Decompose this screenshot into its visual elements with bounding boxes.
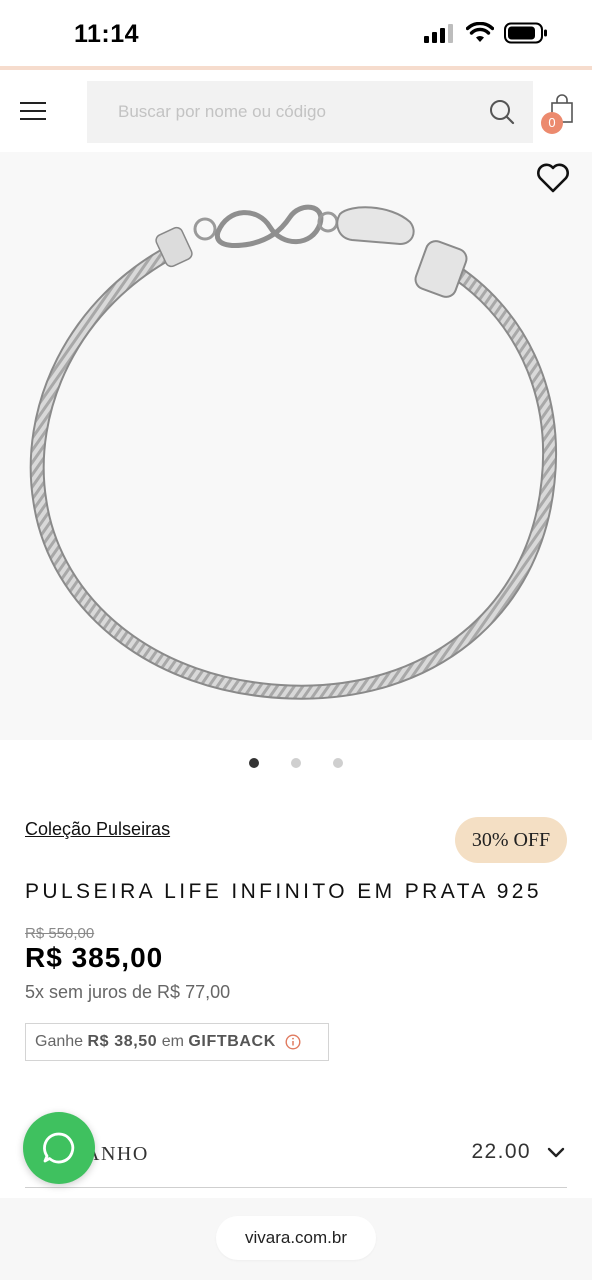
size-value: 22.00 <box>471 1140 531 1163</box>
search-bar <box>87 81 533 143</box>
status-icons <box>424 22 548 44</box>
giftback-box: Ganhe R$ 38,50 em GIFTBACK <box>25 1023 329 1061</box>
size-selector[interactable]: ANHO 22.00 <box>25 1120 567 1188</box>
whatsapp-icon <box>43 1132 75 1164</box>
gallery-dot-3[interactable] <box>333 758 343 768</box>
search-input[interactable] <box>87 81 477 143</box>
gallery-pagination <box>0 758 592 770</box>
cart-count-badge: 0 <box>541 112 563 134</box>
hamburger-menu-icon[interactable] <box>20 102 46 120</box>
chevron-down-icon[interactable] <box>547 1147 565 1159</box>
browser-bottom-bar: vivara.com.br <box>0 1198 592 1280</box>
giftback-middle: em <box>161 1033 184 1050</box>
installments-text: 5x sem juros de R$ 77,00 <box>25 982 231 1002</box>
current-price: R$ 385,00 <box>25 942 164 973</box>
cart-button[interactable]: 0 <box>541 94 576 134</box>
product-image[interactable] <box>0 152 592 740</box>
cellular-signal-icon <box>424 24 453 43</box>
wifi-icon <box>466 22 494 42</box>
search-icon[interactable] <box>489 99 515 125</box>
info-icon[interactable] <box>285 1034 301 1050</box>
giftback-amount: R$ 38,50 <box>87 1033 158 1050</box>
status-time: 11:14 <box>74 20 140 48</box>
gallery-dot-2[interactable] <box>291 758 301 768</box>
giftback-label: GIFTBACK <box>188 1033 276 1050</box>
status-bar: 11:14 <box>0 0 592 66</box>
product-title: PULSEIRA LIFE INFINITO EM PRATA 925 <box>25 880 542 903</box>
old-price: R$ 550,00 <box>25 925 95 942</box>
url-bar[interactable]: vivara.com.br <box>216 1216 376 1260</box>
heart-icon[interactable] <box>536 162 570 194</box>
discount-badge: 30% OFF <box>455 817 567 863</box>
gallery-dot-1[interactable] <box>249 758 259 768</box>
site-header: 0 <box>0 70 592 152</box>
giftback-prefix: Ganhe <box>35 1033 84 1050</box>
whatsapp-button[interactable] <box>23 1112 95 1184</box>
bracelet-image <box>29 204 558 700</box>
battery-icon <box>504 22 547 44</box>
collection-link[interactable]: Coleção Pulseiras <box>25 819 170 840</box>
